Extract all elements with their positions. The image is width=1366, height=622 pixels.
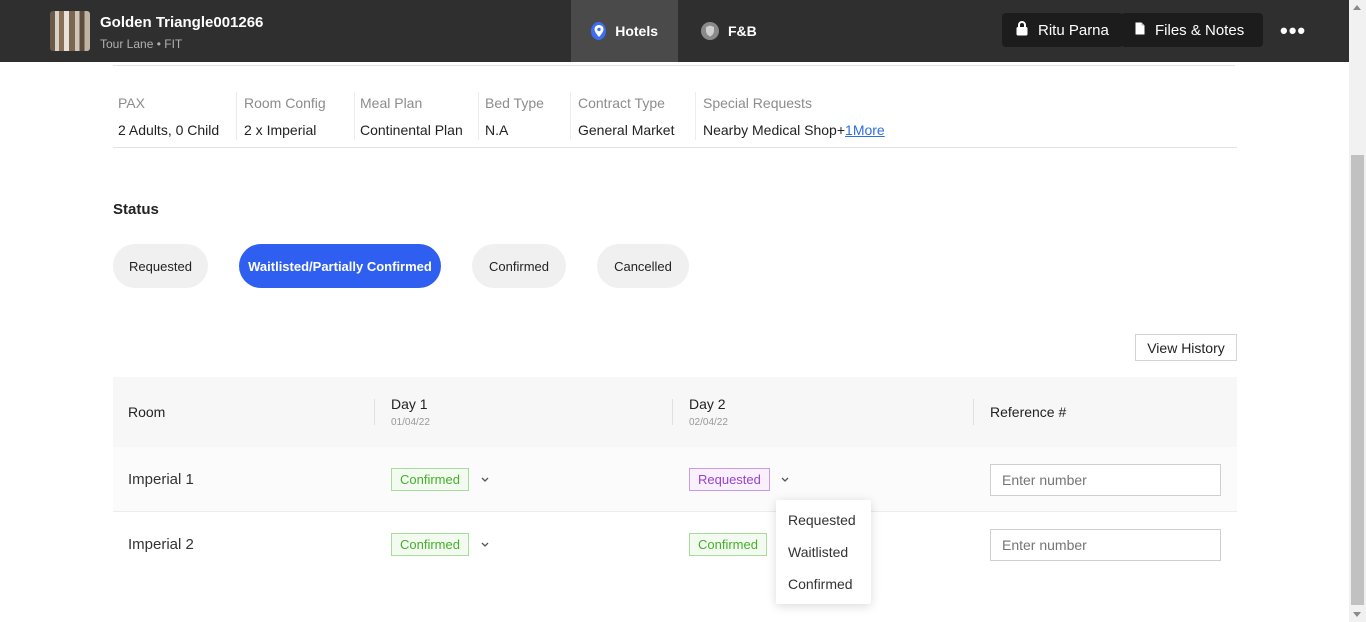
status-confirmed-button[interactable]: Confirmed [472, 244, 566, 288]
status-title: Status [113, 201, 159, 218]
reference-input[interactable] [990, 464, 1221, 496]
day2-date: 02/04/22 [689, 417, 728, 428]
tab-hotels-label: Hotels [615, 23, 658, 39]
room-name: Imperial 2 [128, 536, 194, 553]
day1-status-badge[interactable]: Confirmed [391, 533, 469, 556]
document-icon [1135, 22, 1145, 39]
trip-thumbnail [50, 11, 90, 51]
status-requested-button[interactable]: Requested [113, 244, 208, 288]
user-button[interactable]: Ritu Parna [1002, 13, 1123, 47]
divider [374, 399, 375, 425]
status-cancelled-button[interactable]: Cancelled [597, 244, 689, 288]
divider [478, 92, 479, 140]
special-requests-value: Nearby Medical Shop+1More [703, 122, 885, 138]
chevron-down-icon[interactable] [479, 538, 491, 550]
dropdown-option-confirmed[interactable]: Confirmed [788, 576, 853, 592]
lock-icon [1016, 20, 1028, 40]
chevron-down-icon[interactable] [479, 473, 491, 485]
shield-icon [701, 22, 719, 40]
pax-value: 2 Adults, 0 Child [118, 122, 220, 138]
room-config-label: Room Config [244, 95, 326, 111]
scroll-down-icon[interactable] [1353, 612, 1361, 617]
contract-type-label: Contract Type [578, 95, 665, 111]
special-requests-text: Nearby Medical Shop+ [703, 122, 846, 138]
tab-hotels[interactable]: Hotels [571, 0, 678, 62]
scrollbar[interactable] [1349, 0, 1366, 622]
bed-type-value: N.A [485, 122, 509, 138]
more-options-icon[interactable]: ••• [1280, 20, 1306, 42]
day1-header: Day 1 [391, 396, 428, 412]
day1-status-badge[interactable]: Confirmed [391, 468, 469, 491]
dropdown-option-requested[interactable]: Requested [788, 512, 856, 528]
contract-type-value: General Market [578, 122, 675, 138]
bed-type-label: Bed Type [485, 95, 544, 111]
room-name: Imperial 1 [128, 471, 194, 488]
divider [672, 399, 673, 425]
divider [354, 92, 355, 140]
reference-header: Reference # [990, 404, 1067, 420]
scroll-up-icon[interactable] [1353, 5, 1361, 10]
divider [113, 62, 1235, 66]
divider [236, 92, 237, 140]
divider [113, 147, 1237, 148]
meal-plan-value: Continental Plan [360, 122, 463, 138]
table-row: Imperial 1 Confirmed Requested [113, 447, 1237, 512]
location-pin-icon [591, 22, 607, 40]
view-history-button[interactable]: View History [1135, 334, 1237, 361]
divider [973, 399, 974, 425]
chevron-down-icon[interactable] [779, 473, 791, 485]
table-row: Imperial 2 Confirmed Confirmed [113, 512, 1237, 577]
trip-subtitle: Tour Lane • FIT [100, 37, 183, 51]
dropdown-option-waitlisted[interactable]: Waitlisted [788, 544, 848, 560]
status-dropdown-menu: Requested Waitlisted Confirmed [776, 500, 871, 604]
day2-header: Day 2 [689, 396, 726, 412]
room-header: Room [128, 404, 166, 420]
top-bar: Golden Triangle001266 Tour Lane • FIT Ho… [0, 0, 1349, 62]
day1-date: 01/04/22 [391, 417, 430, 428]
special-requests-label: Special Requests [703, 95, 812, 111]
divider [570, 92, 571, 140]
meal-plan-label: Meal Plan [360, 95, 423, 111]
day2-status-badge[interactable]: Confirmed [689, 533, 767, 556]
files-notes-label: Files & Notes [1155, 21, 1245, 39]
tab-fnb-label: F&B [728, 23, 757, 39]
table-header: Room Day 1 01/04/22 Day 2 02/04/22 Refer… [113, 377, 1237, 447]
pax-label: PAX [118, 95, 145, 111]
reference-input[interactable] [990, 529, 1221, 561]
scrollbar-thumb[interactable] [1351, 155, 1364, 605]
status-waitlisted-button[interactable]: Waitlisted/Partially Confirmed [239, 244, 441, 288]
tab-fnb[interactable]: F&B [681, 0, 777, 62]
divider [695, 92, 696, 140]
files-notes-button[interactable]: Files & Notes [1121, 13, 1263, 47]
trip-title: Golden Triangle001266 [100, 14, 264, 31]
more-requests-link[interactable]: 1More [845, 122, 885, 138]
room-config-value: 2 x Imperial [244, 122, 317, 138]
user-name: Ritu Parna [1038, 21, 1109, 39]
day2-status-badge[interactable]: Requested [689, 468, 770, 491]
